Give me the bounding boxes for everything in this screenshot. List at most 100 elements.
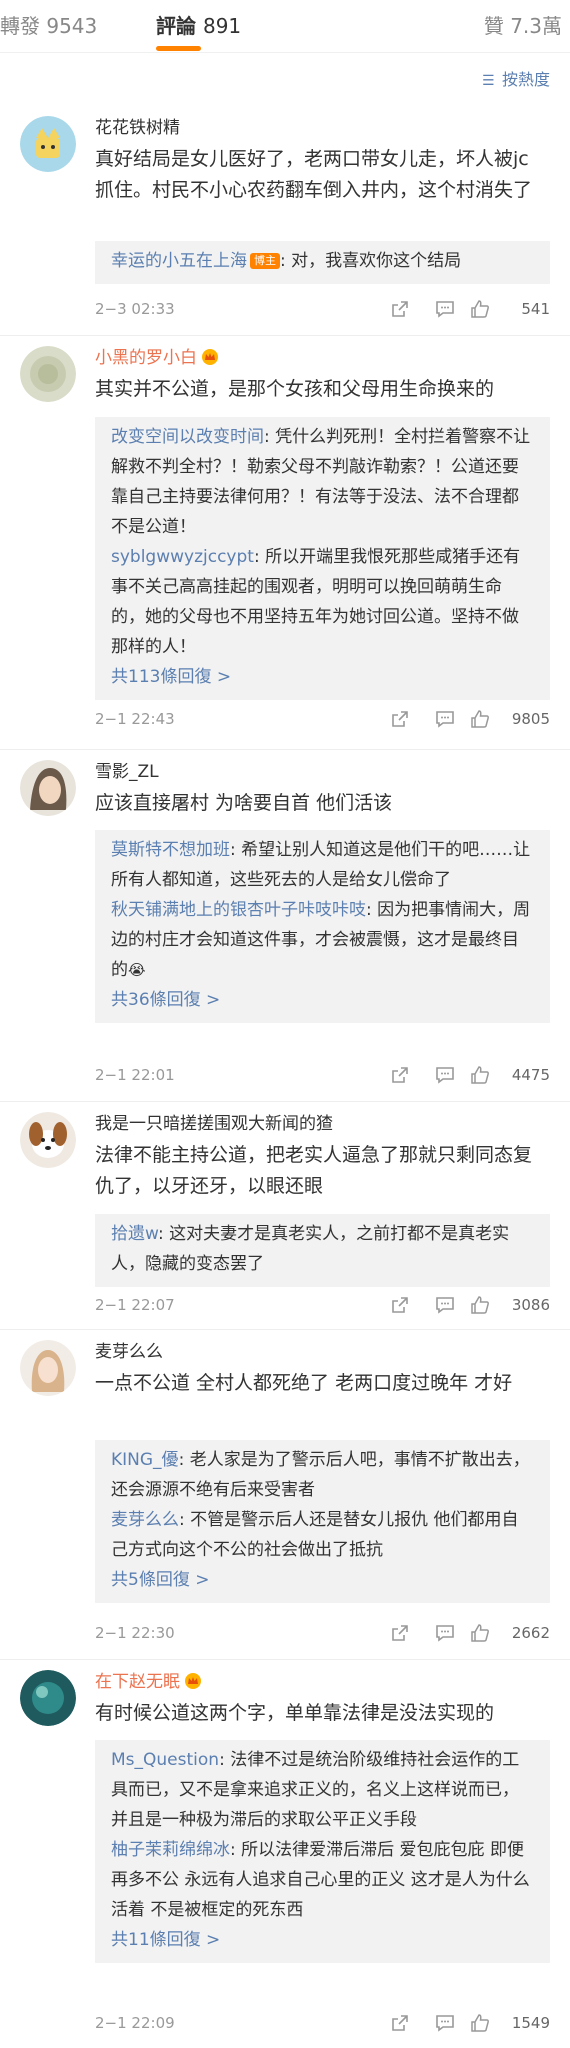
reply-box[interactable]: 改变空间以改变时间: 凭什么判死刑！全村拦着警察不让解救不判全村？！勒索父母不判… — [95, 417, 550, 700]
comment-time: 2−1 22:43 — [95, 710, 175, 728]
tab-comments-count: 891 — [202, 14, 242, 38]
comment-icon[interactable] — [435, 1295, 455, 1315]
share-icon[interactable] — [390, 299, 410, 319]
comment-icon[interactable] — [435, 299, 455, 319]
reply-item: 莫斯特不想加班: 希望让别人知道这是他们干的吧……让所有人都知道，这些死去的人是… — [111, 835, 534, 895]
share-icon[interactable] — [390, 2013, 410, 2033]
author-badge: 博主 — [250, 253, 280, 269]
avatar[interactable] — [20, 760, 76, 816]
more-replies-link[interactable]: 共11條回復 > — [111, 1925, 534, 1955]
tab-comments[interactable]: 評論 891 — [156, 12, 241, 40]
tab-comments-label: 評論 — [156, 14, 196, 38]
comment-username[interactable]: 麦芽么么 — [95, 1340, 163, 1364]
tab-likes[interactable]: 贊 7.3萬 — [484, 12, 562, 40]
reply-username[interactable]: 麦芽么么 — [111, 1510, 179, 1530]
more-replies-link[interactable]: 共36條回復 > — [111, 985, 534, 1015]
reply-item: syblgwwyzjccypt: 所以开端里我恨死那些咸猪手还有事不关己高高挂起… — [111, 542, 534, 662]
reply-item: 麦芽么么: 不管是警示后人还是替女儿报仇 他们都用自己方式向这个不公的社会做出了… — [111, 1505, 534, 1565]
comment-username[interactable]: 在下赵无眠 — [95, 1670, 202, 1694]
comment-item: 麦芽么么 一点不公道 全村人都死绝了 老两口度过晚年 才好 KING_優: 老人… — [0, 1330, 570, 1660]
comment-item: 小黑的罗小白 其实并不公道，是那个女孩和父母用生命换来的 改变空间以改变时间: … — [0, 336, 570, 750]
reply-item: 秋天铺满地上的银杏叶子咔吱咔吱: 因为把事情闹大，周边的村庄才会知道这件事，才会… — [111, 895, 534, 985]
more-replies-link[interactable]: 共113條回復 > — [111, 662, 534, 692]
share-icon[interactable] — [390, 1295, 410, 1315]
more-replies-link[interactable]: 共5條回復 > — [111, 1565, 534, 1595]
comment-item: 雪影_ZL 应该直接屠村 为啥要自首 他们活该 莫斯特不想加班: 希望让别人知道… — [0, 750, 570, 1102]
comment-time: 2−3 02:33 — [95, 300, 175, 318]
share-icon[interactable] — [390, 1623, 410, 1643]
vip-crown-icon — [184, 1672, 202, 1690]
like-count: 4475 — [511, 1066, 550, 1084]
tab-reposts[interactable]: 轉發 9543 — [0, 12, 97, 40]
sort-lines-icon: ☰ — [481, 73, 495, 89]
comment-icon[interactable] — [435, 709, 455, 729]
reply-username[interactable]: 幸运的小五在上海 — [111, 251, 247, 271]
avatar[interactable] — [20, 1340, 76, 1396]
like-count: 3086 — [511, 1296, 550, 1314]
like-icon[interactable] — [470, 1065, 490, 1085]
reply-text: : 对，我喜欢你这个结局 — [280, 251, 462, 271]
tab-likes-count: 7.3萬 — [510, 14, 562, 38]
reply-username[interactable]: 莫斯特不想加班 — [111, 840, 230, 860]
reply-username[interactable]: 柚子茉莉绵绵冰 — [111, 1840, 230, 1860]
comment-username[interactable]: 花花铁树精 — [95, 116, 180, 140]
comment-text: 其实并不公道，是那个女孩和父母用生命换来的 — [95, 378, 495, 400]
reply-box[interactable]: 莫斯特不想加班: 希望让别人知道这是他们干的吧……让所有人都知道，这些死去的人是… — [95, 830, 550, 1023]
reply-item: 改变空间以改变时间: 凭什么判死刑！全村拦着警察不让解救不判全村？！勒索父母不判… — [111, 422, 534, 542]
comment-text: 一点不公道 全村人都死绝了 老两口度过晚年 才好 — [95, 1372, 513, 1394]
reply-box[interactable]: Ms_Question: 法律不过是统治阶级维持社会运作的工具而已，又不是拿来追… — [95, 1740, 550, 1963]
like-count: 1549 — [511, 2014, 550, 2032]
comment-time: 2−1 22:30 — [95, 1624, 175, 1642]
reply-username[interactable]: syblgwwyzjccypt — [111, 547, 254, 567]
reply-username[interactable]: 改变空间以改变时间 — [111, 427, 264, 447]
reply-username[interactable]: 拾遗w — [111, 1224, 158, 1244]
avatar[interactable] — [20, 346, 76, 402]
comment-time: 2−1 22:07 — [95, 1296, 175, 1314]
vip-crown-icon — [201, 348, 219, 366]
like-icon[interactable] — [470, 299, 490, 319]
reply-username[interactable]: Ms_Question — [111, 1750, 219, 1770]
comment-footer: 2−1 22:09 1549 — [95, 2008, 550, 2038]
avatar[interactable] — [20, 1112, 76, 1168]
like-icon[interactable] — [470, 1295, 490, 1315]
comment-icon[interactable] — [435, 2013, 455, 2033]
sort-row: ☰ 按熱度 — [0, 52, 570, 106]
comment-time: 2−1 22:09 — [95, 2014, 175, 2032]
reply-item: 幸运的小五在上海 博主: 对，我喜欢你这个结局 — [111, 246, 534, 276]
like-icon[interactable] — [470, 709, 490, 729]
comment-icon[interactable] — [435, 1623, 455, 1643]
comment-item: 花花铁树精 真好结局是女儿医好了，老两口带女儿走，坏人被jc抓住。村民不小心农药… — [0, 106, 570, 336]
like-icon[interactable] — [470, 1623, 490, 1643]
comment-footer: 2−1 22:30 2662 — [95, 1618, 550, 1648]
comment-time: 2−1 22:01 — [95, 1066, 175, 1084]
comment-footer: 2−3 02:33 541 — [95, 294, 550, 324]
comment-item: 我是一只暗搓搓围观大新闻的猹 法律不能主持公道，把老实人逼急了那就只剩同态复仇了… — [0, 1102, 570, 1330]
comment-username[interactable]: 我是一只暗搓搓围观大新闻的猹 — [95, 1112, 333, 1136]
comment-tab-bar: 轉發 9543 評論 891 贊 7.3萬 — [0, 0, 570, 52]
reply-username[interactable]: 秋天铺满地上的银杏叶子咔吱咔吱 — [111, 900, 366, 920]
reply-item: 拾遗w: 这对夫妻才是真老实人，之前打都不是真老实人，隐藏的变态罢了 — [111, 1219, 534, 1279]
avatar[interactable] — [20, 116, 76, 172]
like-icon[interactable] — [470, 2013, 490, 2033]
active-tab-indicator — [156, 46, 201, 51]
reply-username[interactable]: KING_優 — [111, 1450, 179, 1470]
comment-icon[interactable] — [435, 1065, 455, 1085]
reply-item: Ms_Question: 法律不过是统治阶级维持社会运作的工具而已，又不是拿来追… — [111, 1745, 534, 1835]
comment-item: 在下赵无眠 有时候公道这两个字，单单靠法律是没法实现的 Ms_Question:… — [0, 1660, 570, 2048]
reply-item: KING_優: 老人家是为了警示后人吧，事情不扩散出去，还会源源不绝有后来受害者 — [111, 1445, 534, 1505]
comment-footer: 2−1 22:43 9805 — [95, 704, 550, 734]
reply-box[interactable]: 拾遗w: 这对夫妻才是真老实人，之前打都不是真老实人，隐藏的变态罢了 — [95, 1214, 550, 1287]
comment-footer: 2−1 22:01 4475 — [95, 1060, 550, 1090]
comment-text: 真好结局是女儿医好了，老两口带女儿走，坏人被jc抓住。村民不小心农药翻车倒入井内… — [95, 148, 533, 201]
share-icon[interactable] — [390, 709, 410, 729]
comment-username[interactable]: 雪影_ZL — [95, 760, 159, 784]
comment-text: 应该直接屠村 为啥要自首 他们活该 — [95, 792, 393, 814]
avatar[interactable] — [20, 1670, 76, 1726]
comment-username[interactable]: 小黑的罗小白 — [95, 346, 219, 370]
comment-text: 有时候公道这两个字，单单靠法律是没法实现的 — [95, 1702, 495, 1724]
reply-box[interactable]: KING_優: 老人家是为了警示后人吧，事情不扩散出去，还会源源不绝有后来受害者… — [95, 1440, 550, 1603]
share-icon[interactable] — [390, 1065, 410, 1085]
tab-likes-label: 贊 — [483, 14, 504, 38]
reply-box[interactable]: 幸运的小五在上海 博主: 对，我喜欢你这个结局 — [95, 241, 550, 284]
sort-by-popularity-button[interactable]: ☰ 按熱度 — [482, 68, 550, 93]
